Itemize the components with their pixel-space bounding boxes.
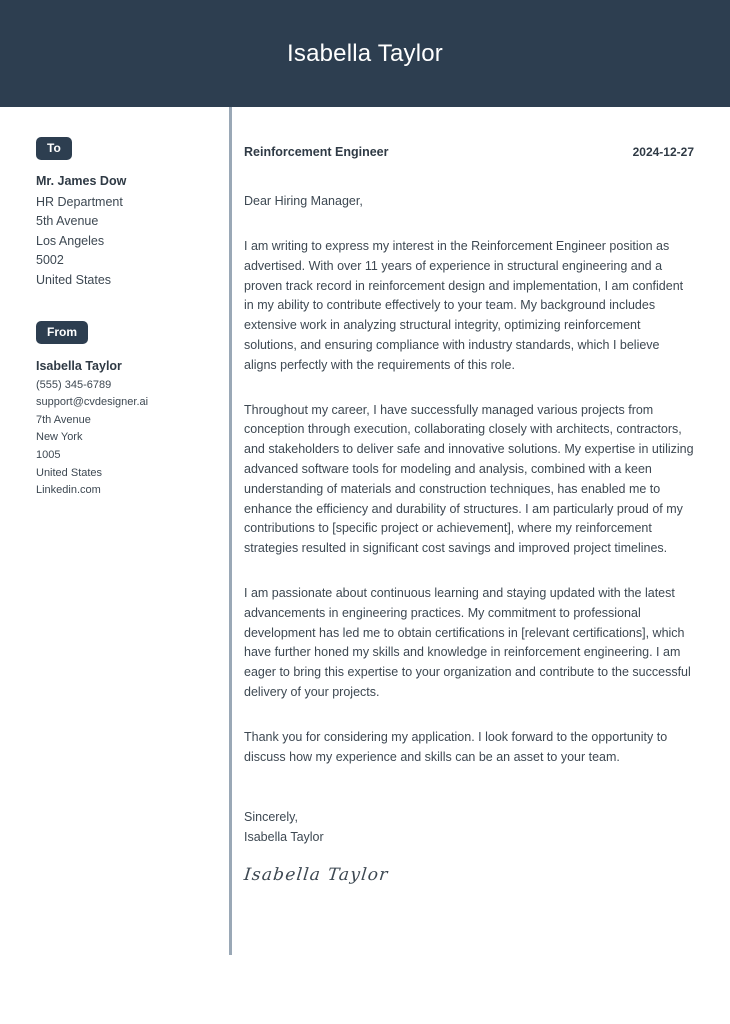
divider-column: [208, 107, 244, 955]
sender-line: 7th Avenue: [36, 413, 91, 426]
letter-meta: Reinforcement Engineer 2024-12-27: [244, 145, 694, 159]
letter-paragraph: Thank you for considering my application…: [244, 729, 668, 764]
document-header: Isabella Taylor: [0, 0, 730, 107]
sender-line: New York: [36, 431, 83, 444]
letter-closing: Sincerely, Isabella Taylor Isabella Tayl…: [242, 807, 694, 886]
closing-word: Sincerely,: [244, 810, 298, 825]
from-badge: From: [36, 320, 88, 344]
sender-website: Linkedin.com: [36, 484, 101, 497]
to-badge: To: [36, 137, 72, 160]
sender-line: 1005: [36, 448, 61, 461]
sender-email: support@cvdesigner.ai: [36, 396, 149, 409]
vertical-divider: [228, 107, 232, 955]
recipient-line: 5th Avenue: [36, 214, 99, 229]
recipient-name: Mr. James Dow: [36, 174, 127, 188]
salutation: Dear Hiring Manager,: [244, 194, 363, 208]
sender-line: United States: [36, 466, 103, 479]
closing-name: Isabella Taylor: [244, 830, 324, 845]
sender-address: Isabella Taylor (555) 345-6789 support@c…: [36, 356, 208, 500]
page-title: Isabella Taylor: [287, 39, 443, 67]
recipient-line: Los Angeles: [36, 233, 105, 248]
recipient-address: Mr. James Dow HR Department 5th Avenue L…: [36, 172, 208, 291]
recipient-line: 5002: [36, 253, 64, 268]
sender-section: From Isabella Taylor (555) 345-6789 supp…: [36, 320, 208, 500]
document-body: To Mr. James Dow HR Department 5th Avenu…: [0, 107, 730, 955]
contact-sidebar: To Mr. James Dow HR Department 5th Avenu…: [0, 107, 208, 955]
letter-date: 2024-12-27: [632, 145, 694, 159]
letter-paragraph: Throughout my career, I have successfull…: [244, 402, 694, 556]
sender-name: Isabella Taylor: [36, 358, 122, 373]
letter-paragraph: I am writing to express my interest in t…: [244, 239, 684, 372]
job-title: Reinforcement Engineer: [244, 145, 389, 159]
letter-content: Reinforcement Engineer 2024-12-27 Dear H…: [242, 107, 730, 955]
sender-phone: (555) 345-6789: [36, 378, 112, 391]
recipient-line: HR Department: [36, 194, 123, 209]
cover-letter-page: Isabella Taylor To Mr. James Dow HR Depa…: [0, 0, 730, 1024]
letter-paragraph: I am passionate about continuous learnin…: [244, 585, 691, 699]
recipient-line: United States: [36, 272, 112, 287]
recipient-section: To Mr. James Dow HR Department 5th Avenu…: [36, 137, 208, 291]
signature: Isabella Taylor: [242, 865, 390, 886]
